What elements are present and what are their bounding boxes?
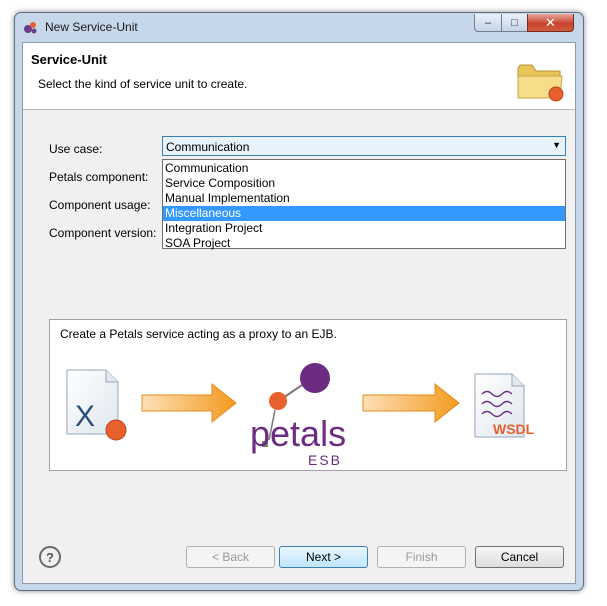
dialog-body: Service-Unit Select the kind of service …	[22, 42, 576, 584]
dropdown-option-highlighted[interactable]: Miscellaneous	[163, 206, 565, 221]
dropdown-option[interactable]: Integration Project	[163, 221, 565, 236]
close-button[interactable]: ✕	[527, 14, 574, 32]
illustration-panel: Create a Petals service acting as a prox…	[49, 319, 567, 471]
wsdl-label: WSDL	[493, 421, 535, 437]
dropdown-option[interactable]: SOA Project	[163, 236, 565, 251]
arrow-right-icon	[141, 382, 237, 424]
use-case-label: Use case:	[49, 142, 103, 156]
petals-esb-logo: petals ESB	[250, 363, 346, 468]
petals-logo-text: petals	[250, 413, 346, 454]
finish-button[interactable]: Finish	[377, 546, 466, 568]
next-button[interactable]: Next >	[279, 546, 368, 568]
dropdown-option[interactable]: Service Composition	[163, 176, 565, 191]
wsdl-document-icon: WSDL	[474, 373, 535, 438]
illustration-description: Create a Petals service acting as a prox…	[60, 327, 337, 341]
illustration-graphic: X petals ESB WSDL	[66, 363, 535, 468]
folder-icon	[517, 64, 564, 102]
esb-logo-text: ESB	[308, 452, 342, 468]
cancel-button[interactable]: Cancel	[475, 546, 564, 568]
x-letter: X	[75, 400, 95, 433]
arrow-right-icon	[362, 382, 460, 424]
use-case-select[interactable]: Communication ▼	[162, 136, 566, 156]
page-description: Select the kind of service unit to creat…	[38, 77, 248, 91]
use-case-dropdown-list: Communication Service Composition Manual…	[162, 159, 566, 251]
eclipse-app-icon	[24, 22, 37, 34]
page-title: Service-Unit	[31, 52, 107, 67]
petals-component-label: Petals component:	[49, 170, 149, 184]
help-icon[interactable]: ?	[39, 546, 61, 568]
window-title: New Service-Unit	[45, 20, 138, 34]
xml-document-icon: X	[66, 369, 127, 441]
dropdown-option[interactable]: Manual Implementation	[163, 191, 565, 206]
use-case-value: Communication	[166, 140, 250, 154]
component-version-label: Component version:	[49, 226, 157, 240]
dialog-window: New Service-Unit – □ ✕ Service-Unit Sele…	[14, 12, 584, 591]
minimize-button[interactable]: –	[474, 14, 502, 32]
title-bar[interactable]: New Service-Unit – □ ✕	[15, 13, 583, 41]
back-button[interactable]: < Back	[186, 546, 275, 568]
chevron-down-icon[interactable]: ▼	[552, 140, 561, 150]
wizard-header: Service-Unit Select the kind of service …	[23, 43, 575, 110]
dropdown-option[interactable]: Communication	[163, 161, 565, 176]
component-usage-label: Component usage:	[49, 198, 151, 212]
maximize-button[interactable]: □	[501, 14, 528, 32]
